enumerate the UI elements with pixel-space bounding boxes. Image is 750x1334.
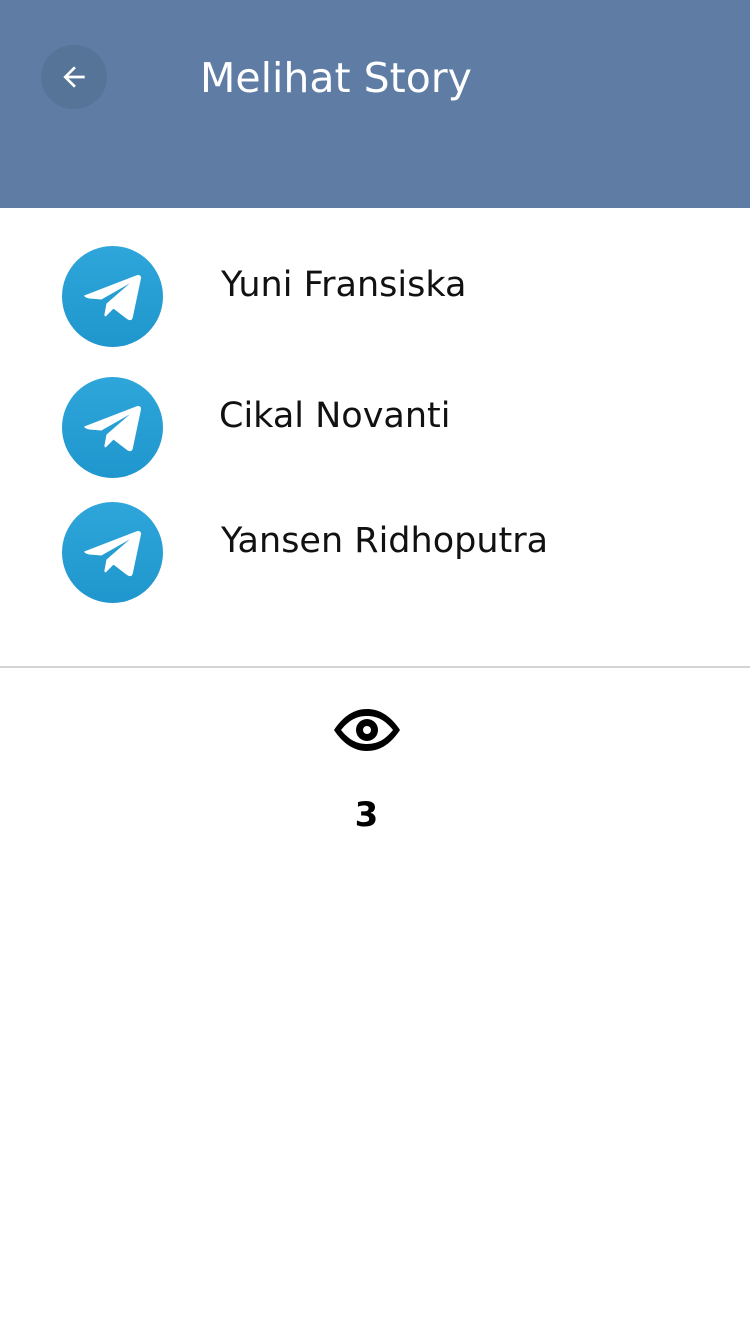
avatar [62,377,163,478]
viewer-list: Yuni Fransiska Cikal Novanti Yansen Ridh… [0,208,750,666]
list-item-viewer[interactable]: Yansen Ridhoputra [0,502,750,612]
view-count: 3 [354,795,379,835]
avatar [62,502,163,603]
avatar [62,246,163,347]
back-button[interactable] [41,45,107,109]
app-bar: Melihat Story [0,0,750,208]
page-title: Melihat Story [200,54,472,102]
eye-icon [332,708,402,752]
list-item-viewer[interactable]: Yuni Fransiska [0,246,750,356]
viewer-name: Yansen Ridhoputra [221,521,549,561]
view-count-block: 3 [0,700,750,850]
viewer-name: Yuni Fransiska [221,265,467,305]
arrow-left-icon [58,61,90,93]
telegram-icon [62,502,163,603]
viewer-name: Cikal Novanti [219,396,451,436]
story-viewers-screen: Melihat Story Yuni Fransiska Cikal Novan… [0,0,750,1334]
list-item-viewer[interactable]: Cikal Novanti [0,377,750,487]
telegram-icon [62,377,163,478]
telegram-icon [62,246,163,347]
divider [0,666,750,668]
